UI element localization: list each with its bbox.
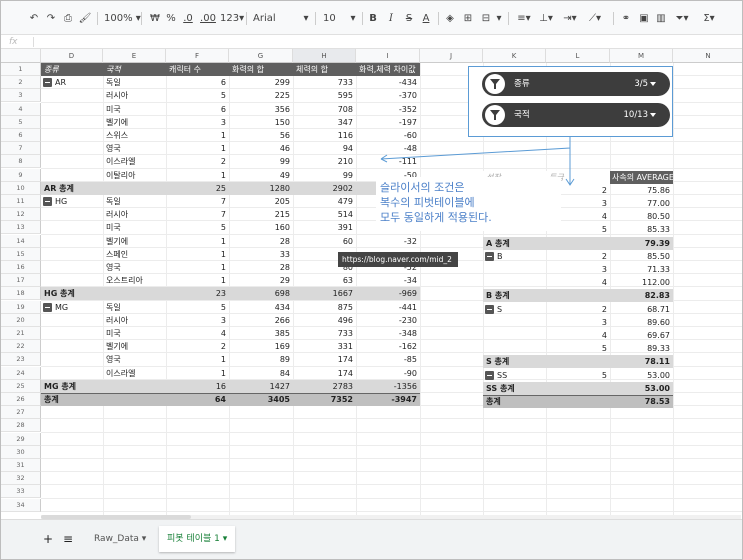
all-sheets-button[interactable]: ≡ bbox=[55, 528, 81, 550]
sheet-tab-bar: + ≡ Raw_Data ▾ 피봇 테이블 1 ▾ bbox=[1, 519, 742, 559]
annotation-line: 슬라이서의 조건은 bbox=[380, 181, 465, 194]
sheet-tab-raw-data[interactable]: Raw_Data ▾ bbox=[86, 528, 154, 550]
sheet-tab-label: 피봇 테이블 1 bbox=[167, 534, 220, 544]
annotation-note: 슬라이서의 조건은 복수의 피벗테이블에 모두 동일하게 적용된다. bbox=[376, 177, 561, 231]
sheet-tab-pivot[interactable]: 피봇 테이블 1 ▾ bbox=[159, 526, 236, 552]
annotation-arrows bbox=[380, 137, 575, 186]
annotation-line: 모두 동일하게 적용된다. bbox=[380, 211, 492, 224]
annotation-line: 복수의 피벗테이블에 bbox=[380, 196, 475, 209]
sheet-tab-label: Raw_Data bbox=[94, 534, 139, 544]
spreadsheet-window: ↶ ↷ ⎙ 🖌 100% ▾ ₩ % .0 .00 123▾ Arial ▾ 1… bbox=[0, 0, 743, 560]
watermark: https://blog.naver.com/mid_2 bbox=[338, 252, 458, 267]
arrow-to-pivot1 bbox=[380, 137, 571, 160]
